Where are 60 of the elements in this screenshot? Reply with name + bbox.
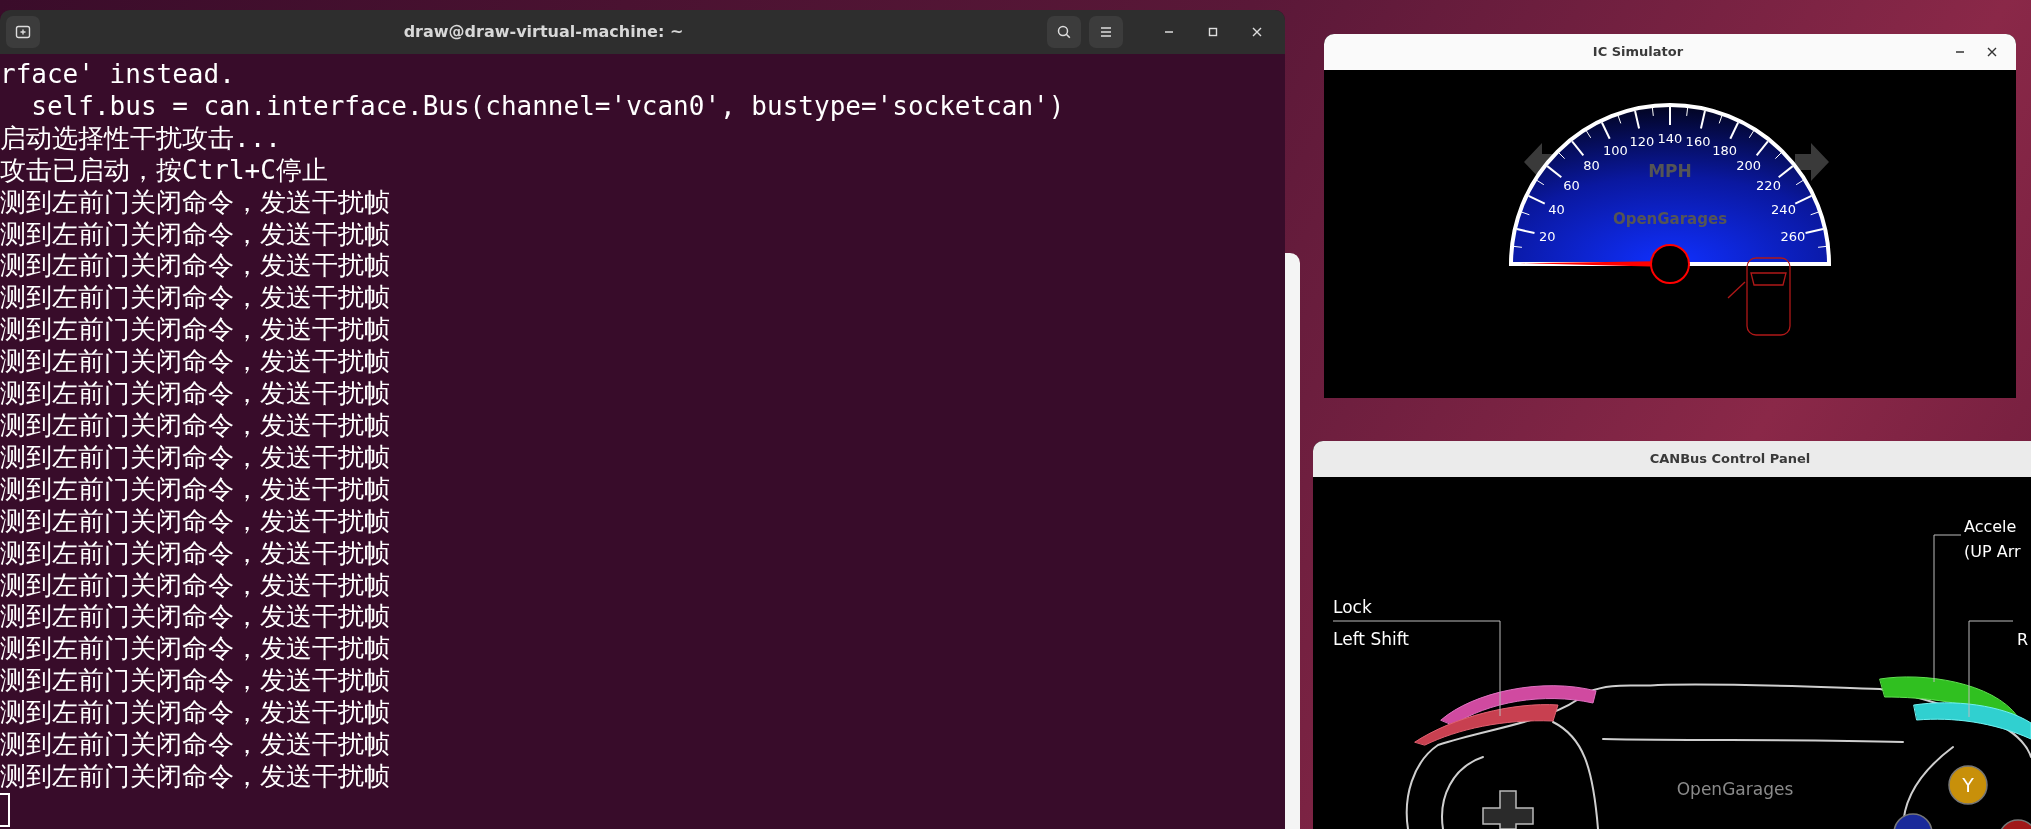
gauge-label: 40 bbox=[1548, 202, 1565, 218]
gauge-label: 20 bbox=[1538, 228, 1556, 244]
gauge-label: 120 bbox=[1629, 134, 1655, 150]
control-label: (UP Arr bbox=[1964, 542, 2021, 561]
gauge-label: 220 bbox=[1756, 178, 1781, 194]
terminal-line: 测到左前门关闭命令，发送干扰帧 bbox=[0, 250, 391, 283]
control-label: Accele bbox=[1964, 517, 2017, 536]
window-title: IC Simulator bbox=[1591, 43, 1685, 62]
maximize-icon bbox=[1206, 25, 1220, 39]
close-icon bbox=[1250, 25, 1264, 39]
terminal-cursor bbox=[0, 792, 10, 827]
gauge-label: 60 bbox=[1563, 178, 1580, 194]
new-tab-icon bbox=[15, 24, 31, 40]
search-icon bbox=[1056, 24, 1072, 40]
terminal-line: 测到左前门关闭命令，发送干扰帧 bbox=[0, 569, 391, 602]
terminal-line: 测到左前门关闭命令，发送干扰帧 bbox=[0, 346, 391, 379]
terminal-line: 测到左前门关闭命令，发送干扰帧 bbox=[0, 760, 391, 793]
gauge-label: 240 bbox=[1771, 202, 1796, 218]
terminal-line: 攻击已启动，按Ctrl+C停止 bbox=[0, 154, 329, 187]
terminal-line: 测到左前门关闭命令，发送干扰帧 bbox=[0, 282, 391, 315]
terminal-line: 测到左前门关闭命令，发送干扰帧 bbox=[0, 186, 391, 219]
window-title: CANBus Control Panel bbox=[1648, 450, 1812, 469]
brand-label: OpenGarages bbox=[1612, 210, 1728, 228]
search-button[interactable] bbox=[1047, 16, 1081, 48]
terminal-line: 测到左前门关闭命令，发送干扰帧 bbox=[0, 665, 391, 698]
gauge-label: 260 bbox=[1780, 228, 1806, 244]
window-title: draw@draw-virtual-machine: ~ bbox=[402, 21, 685, 43]
terminal-line: 测到左前门关闭命令，发送干扰帧 bbox=[0, 601, 391, 634]
gauge-label: 140 bbox=[1657, 131, 1683, 146]
control-label: R bbox=[2017, 630, 2029, 649]
control-label: Lock bbox=[1333, 597, 1372, 617]
brand-label: OpenGarages bbox=[1676, 779, 1794, 799]
minimize-icon bbox=[1955, 51, 1965, 53]
gauge-label: 180 bbox=[1712, 143, 1738, 159]
terminal-line: 启动选择性干扰攻击... bbox=[0, 122, 282, 155]
terminal-line: 测到左前门关闭命令，发送干扰帧 bbox=[0, 409, 391, 442]
needle-hub bbox=[1650, 244, 1690, 284]
minimize-icon bbox=[1164, 31, 1174, 33]
close-icon bbox=[1985, 45, 1999, 59]
terminal-line: 测到左前门关闭命令，发送干扰帧 bbox=[0, 633, 391, 666]
terminal-line: self.bus = can.interface.Bus(channel='vcan0', bustype='socketcan') bbox=[30, 90, 1066, 123]
gauge-label: 200 bbox=[1736, 158, 1761, 174]
terminal-line: 测到左前门关闭命令，发送干扰帧 bbox=[0, 218, 391, 251]
new-tab-button[interactable] bbox=[6, 16, 40, 48]
gauge-label: 160 bbox=[1685, 134, 1711, 150]
control-label: Left Shift bbox=[1333, 629, 1410, 649]
terminal-line: rface' instead. bbox=[0, 59, 236, 91]
terminal-line: 测到左前门关闭命令，发送干扰帧 bbox=[0, 314, 391, 347]
menu-icon bbox=[1099, 26, 1113, 38]
terminal-line: 测到左前门关闭命令，发送干扰帧 bbox=[0, 473, 391, 506]
terminal-line: 测到左前门关闭命令，发送干扰帧 bbox=[0, 505, 391, 538]
terminal-line: 测到左前门关闭命令，发送干扰帧 bbox=[0, 729, 391, 761]
unit-label: MPH bbox=[1648, 161, 1692, 181]
terminal-line: 测到左前门关闭命令，发送干扰帧 bbox=[0, 697, 391, 730]
gauge-label: 80 bbox=[1583, 158, 1600, 174]
gauge-label: 100 bbox=[1602, 143, 1628, 159]
terminal-line: 测到左前门关闭命令，发送干扰帧 bbox=[0, 537, 391, 570]
menu-button[interactable] bbox=[1089, 16, 1123, 48]
terminal-line: 测到左前门关闭命令，发送干扰帧 bbox=[0, 441, 391, 474]
terminal-line: 测到左前门关闭命令，发送干扰帧 bbox=[0, 378, 391, 410]
